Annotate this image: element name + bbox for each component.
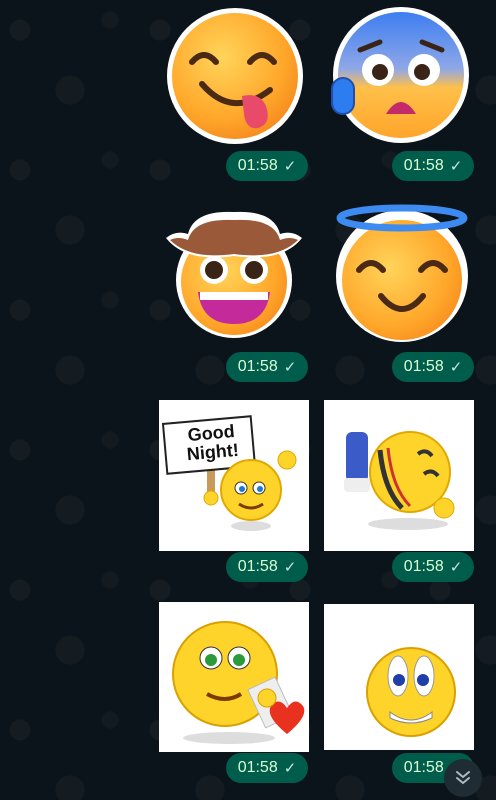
lying-smiley-image xyxy=(344,431,455,530)
message-timestamp: 01:58 ✓ xyxy=(226,151,308,181)
time-label: 01:58 xyxy=(403,157,444,174)
time-label: 01:58 xyxy=(237,358,278,375)
time-label: 01:58 xyxy=(403,759,444,776)
sticker-anxious-face[interactable] xyxy=(330,4,472,146)
time-label: 01:58 xyxy=(403,358,444,375)
single-check-icon: ✓ xyxy=(283,760,297,777)
message-timestamp: 01:58 ✓ xyxy=(392,352,474,382)
single-check-icon: ✓ xyxy=(283,359,297,376)
good-night-sign-text: Good Night! xyxy=(186,421,240,465)
message-timestamp: 01:58 ✓ xyxy=(226,552,308,582)
message-timestamp: 01:58 ✓ xyxy=(226,753,308,783)
single-check-icon: ✓ xyxy=(283,559,297,576)
sticker-grinning-smiley[interactable] xyxy=(324,604,474,750)
time-label: 01:58 xyxy=(237,759,278,776)
scroll-to-bottom-button[interactable] xyxy=(444,759,482,797)
message-timestamp: 01:58 ✓ xyxy=(226,352,308,382)
sticker-good-night[interactable]: Good Night! xyxy=(159,400,309,551)
time-label: 01:58 xyxy=(403,558,444,575)
single-check-icon: ✓ xyxy=(449,359,463,376)
sticker-cowboy-face[interactable] xyxy=(162,208,306,342)
sticker-halo-face[interactable] xyxy=(331,204,473,344)
sticker-heart-smiley[interactable] xyxy=(159,602,309,752)
single-check-icon: ✓ xyxy=(283,158,297,175)
sticker-lying-smiley[interactable] xyxy=(324,400,474,551)
heart-smiley-image xyxy=(172,621,305,744)
message-timestamp: 01:58 ✓ xyxy=(392,151,474,181)
double-chevron-down-icon xyxy=(456,771,470,785)
sticker-savoring-face[interactable] xyxy=(162,4,308,146)
time-label: 01:58 xyxy=(237,558,278,575)
single-check-icon: ✓ xyxy=(449,559,463,576)
time-label: 01:58 xyxy=(237,157,278,174)
single-check-icon: ✓ xyxy=(449,158,463,175)
grinning-smiley-image xyxy=(366,647,456,737)
message-timestamp: 01:58 ✓ xyxy=(392,552,474,582)
